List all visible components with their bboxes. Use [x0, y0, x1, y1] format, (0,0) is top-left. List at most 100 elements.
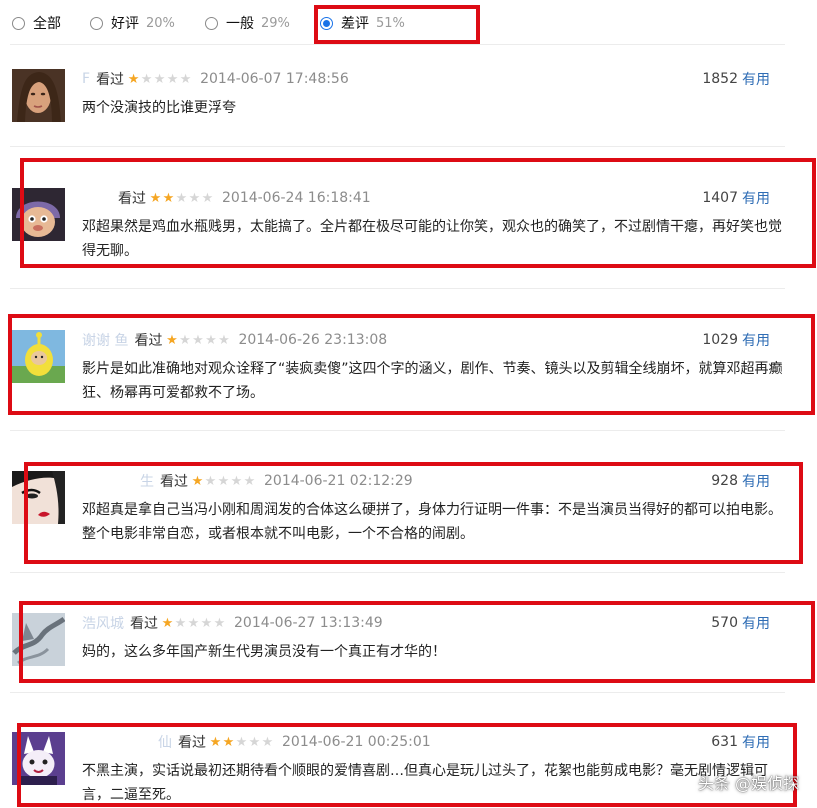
review-time: 2014-06-07 17:48:56	[200, 71, 349, 87]
rating-stars: ★ ★ ★ ★ ★	[149, 192, 214, 205]
radio-all[interactable]	[12, 16, 25, 30]
filter-positive-label: 好评	[111, 16, 139, 32]
watermark: 头条 @娱侦探	[698, 770, 799, 794]
star-icon: ★	[179, 71, 192, 87]
star-icon: ★	[201, 190, 214, 206]
filter-neutral-percent: 29%	[261, 15, 290, 31]
avatar	[12, 471, 65, 524]
avatar	[12, 330, 65, 383]
watched-label: 看过	[130, 616, 158, 632]
username[interactable]: 仙	[158, 732, 172, 752]
star-icon: ★	[204, 473, 217, 489]
divider	[10, 146, 785, 147]
avatar	[12, 613, 65, 666]
useful-button[interactable]: 有用	[742, 613, 770, 633]
useful-button[interactable]: 有用	[742, 188, 770, 208]
star-icon: ★	[192, 332, 204, 348]
review-header: 看过 ★ ★ ★ ★ ★ 2014-06-24 16:18:41	[82, 188, 770, 208]
vote-count: 1407	[702, 190, 738, 206]
star-icon: ★	[235, 734, 248, 750]
filter-positive[interactable]: 好评 20%	[90, 12, 175, 34]
rating-stars: ★ ★ ★ ★ ★	[209, 736, 274, 749]
username[interactable]: 谢谢 鱼	[82, 330, 128, 350]
watched-label: 看过	[160, 474, 188, 490]
star-icon: ★	[166, 332, 178, 348]
star-icon: ★	[205, 332, 217, 348]
review-text: 影片是如此准确地对观众诠释了“装疯卖傻”这四个字的涵义，剧作、节奏、镜头以及剪辑…	[82, 361, 783, 401]
review-text: 不黑主演，实话说最初还期待看个顺眼的爱情喜剧…但真心是玩儿过头了，花絮也能剪成电…	[82, 763, 768, 803]
watermark-text: 头条 @娱侦探	[697, 774, 799, 793]
review-header: 仙 看过 ★ ★ ★ ★ ★ 2014-06-21 00:25:01	[82, 732, 770, 752]
review-header: 生 看过 ★ ★ ★ ★ ★ 2014-06-21 02:12:29	[82, 471, 770, 491]
star-icon: ★	[188, 190, 201, 206]
review-time: 2014-06-27 13:13:49	[234, 615, 383, 631]
star-icon: ★	[187, 615, 200, 631]
username[interactable]: F	[82, 71, 90, 87]
divider	[10, 692, 785, 693]
star-icon: ★	[200, 615, 213, 631]
review-time: 2014-06-24 16:18:41	[222, 190, 371, 206]
filter-negative[interactable]: 差评 51%	[320, 12, 405, 34]
divider	[10, 44, 785, 45]
vote-area: 570 有用	[711, 613, 770, 633]
rating-stars: ★ ★ ★ ★ ★	[191, 475, 256, 488]
filter-negative-label: 差评	[341, 16, 369, 32]
filter-neutral-label: 一般	[226, 16, 254, 32]
review-time: 2014-06-21 02:12:29	[264, 473, 413, 489]
review-time: 2014-06-21 00:25:01	[282, 734, 431, 750]
vote-area: 1029 有用	[702, 330, 770, 350]
star-icon: ★	[217, 473, 230, 489]
divider	[10, 430, 785, 431]
radio-positive[interactable]	[90, 16, 103, 30]
star-icon: ★	[218, 332, 230, 348]
avatar	[12, 69, 65, 122]
rating-stars: ★ ★ ★ ★ ★	[165, 334, 230, 347]
divider	[10, 288, 785, 289]
filter-all[interactable]: 全部	[12, 12, 61, 34]
vote-count: 570	[711, 615, 738, 631]
star-icon: ★	[153, 71, 166, 87]
review-text: 邓超真是拿自己当冯小刚和周润发的合体这么硬拼了，身体力行证明一件事：不是当演员当…	[82, 502, 782, 542]
review-header: 浩风城 看过 ★ ★ ★ ★ ★ 2014-06-27 13:13:49	[82, 613, 770, 633]
useful-button[interactable]: 有用	[742, 69, 770, 89]
star-icon: ★	[127, 71, 140, 87]
divider	[10, 572, 785, 573]
avatar	[12, 188, 65, 241]
star-icon: ★	[261, 734, 274, 750]
star-icon: ★	[162, 190, 175, 206]
radio-neutral[interactable]	[205, 16, 218, 30]
star-icon: ★	[149, 190, 162, 206]
useful-button[interactable]: 有用	[742, 330, 770, 350]
filter-neutral[interactable]: 一般 29%	[205, 12, 290, 34]
star-icon: ★	[175, 190, 188, 206]
vote-count: 1029	[702, 332, 738, 348]
review-header: F 看过 ★ ★ ★ ★ ★ 2014-06-07 17:48:56	[82, 69, 770, 89]
review-text: 两个没演技的比谁更浮夸	[82, 100, 236, 116]
star-icon: ★	[161, 615, 174, 631]
star-icon: ★	[174, 615, 187, 631]
vote-area: 1407 有用	[702, 188, 770, 208]
review-header: 谢谢 鱼 看过 ★ ★ ★ ★ ★ 2014-06-26 23:13:08	[82, 330, 770, 350]
useful-button[interactable]: 有用	[742, 732, 770, 752]
star-icon: ★	[243, 473, 256, 489]
star-icon: ★	[222, 734, 235, 750]
watched-label: 看过	[134, 333, 163, 349]
star-icon: ★	[213, 615, 226, 631]
username[interactable]: 浩风城	[82, 613, 124, 633]
review-text: 邓超果然是鸡血水瓶贱男，太能搞了。全片都在极尽可能的让你笑，观众也的确笑了，不过…	[82, 219, 782, 259]
username[interactable]: 生	[140, 471, 154, 491]
filter-negative-percent: 51%	[376, 15, 405, 31]
star-icon: ★	[179, 332, 191, 348]
useful-button[interactable]: 有用	[742, 471, 770, 491]
star-icon: ★	[209, 734, 222, 750]
vote-count: 928	[711, 473, 738, 489]
rating-stars: ★ ★ ★ ★ ★	[127, 73, 192, 86]
star-icon: ★	[248, 734, 261, 750]
radio-negative[interactable]	[320, 16, 333, 30]
watched-label: 看过	[178, 735, 206, 751]
vote-area: 631 有用	[711, 732, 770, 752]
review-time: 2014-06-26 23:13:08	[238, 332, 388, 348]
star-icon: ★	[230, 473, 243, 489]
vote-area: 1852 有用	[702, 69, 770, 89]
star-icon: ★	[191, 473, 204, 489]
